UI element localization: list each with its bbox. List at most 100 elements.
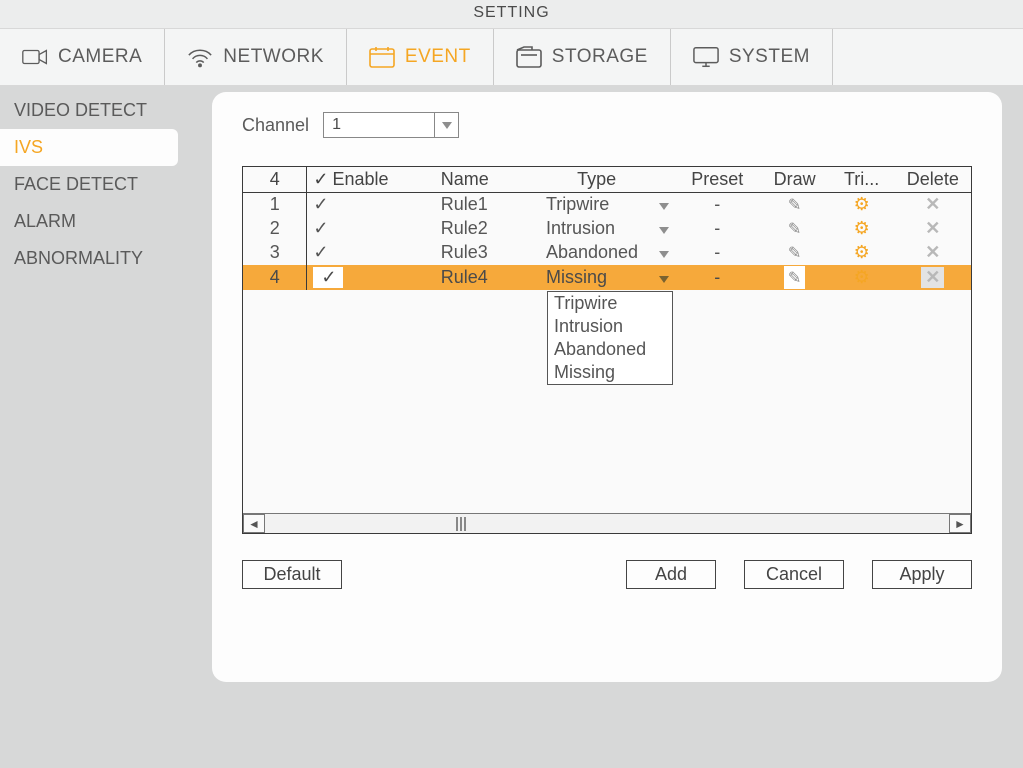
row-draw[interactable]: ✎: [761, 193, 829, 217]
window-title: SETTING: [0, 0, 1023, 28]
col-preset[interactable]: Preset: [674, 167, 761, 193]
settings-panel: Channel 1 4 ✓ Enable Name: [212, 92, 1002, 682]
row-preset: -: [674, 217, 761, 241]
table-row[interactable]: 1 ✓ Rule1 Tripwire - ✎ ⚙ ✕: [243, 193, 971, 217]
row-draw[interactable]: ✎: [761, 217, 829, 241]
pencil-icon: ✎: [788, 270, 801, 287]
pencil-icon: ✎: [788, 221, 801, 238]
table-row[interactable]: 2 ✓ Rule2 Intrusion - ✎ ⚙ ✕: [243, 217, 971, 241]
col-type[interactable]: Type: [540, 167, 653, 193]
channel-value: 1: [324, 116, 434, 134]
table-row[interactable]: 4 ✓ Rule4 Missing - ✎ ⚙ ✕: [243, 265, 971, 290]
row-enable[interactable]: ✓: [307, 193, 435, 217]
row-delete[interactable]: ✕: [895, 217, 971, 241]
col-name[interactable]: Name: [435, 167, 540, 193]
sidebar-item-video-detect[interactable]: VIDEO DETECT: [0, 92, 188, 129]
row-name: Rule2: [435, 217, 540, 241]
col-type-dd: [653, 167, 674, 193]
row-enable[interactable]: ✓: [307, 217, 435, 241]
row-index: 1: [243, 193, 307, 217]
channel-select[interactable]: 1: [323, 112, 459, 138]
tab-system-label: SYSTEM: [729, 46, 810, 68]
add-button[interactable]: Add: [626, 560, 716, 589]
check-icon: ✓: [313, 218, 327, 239]
pencil-icon: ✎: [788, 245, 801, 262]
col-count: 4: [243, 167, 307, 193]
row-name: Rule4: [435, 265, 540, 290]
monitor-icon: [693, 46, 719, 68]
scroll-left-button[interactable]: ◄: [243, 514, 265, 533]
sidebar-item-face-detect[interactable]: FACE DETECT: [0, 166, 188, 203]
check-icon: ✓: [321, 267, 335, 288]
chevron-down-icon: [659, 251, 669, 258]
row-trigger[interactable]: ⚙: [829, 241, 895, 265]
sidebar-item-alarm[interactable]: ALARM: [0, 203, 188, 240]
row-name: Rule1: [435, 193, 540, 217]
default-button[interactable]: Default: [242, 560, 342, 589]
close-icon: ✕: [925, 267, 940, 287]
row-type: Intrusion: [540, 217, 653, 241]
scroll-track[interactable]: [265, 514, 949, 533]
close-icon: ✕: [925, 218, 940, 238]
row-delete[interactable]: ✕: [895, 193, 971, 217]
sidebar-item-ivs[interactable]: IVS: [0, 129, 178, 166]
type-dropdown-menu[interactable]: Tripwire Intrusion Abandoned Missing: [547, 291, 673, 385]
row-type-dropdown[interactable]: [653, 193, 674, 217]
col-draw[interactable]: Draw: [761, 167, 829, 193]
rules-table-container: 4 ✓ Enable Name Type Preset Draw Tri... …: [242, 166, 972, 534]
sidebar-item-abnormality[interactable]: ABNORMALITY: [0, 240, 188, 277]
chevron-down-icon: [434, 113, 458, 137]
table-row[interactable]: 3 ✓ Rule3 Abandoned - ✎ ⚙ ✕: [243, 241, 971, 265]
row-type-dropdown[interactable]: [653, 265, 674, 290]
type-option-intrusion[interactable]: Intrusion: [548, 315, 672, 338]
row-delete[interactable]: ✕: [895, 241, 971, 265]
apply-button[interactable]: Apply: [872, 560, 972, 589]
scroll-grip-icon: [455, 516, 471, 530]
row-type: Tripwire: [540, 193, 653, 217]
row-delete[interactable]: ✕: [895, 265, 971, 290]
chevron-down-icon: [659, 203, 669, 210]
row-draw[interactable]: ✎: [761, 241, 829, 265]
tab-network[interactable]: NETWORK: [165, 29, 347, 85]
cancel-button[interactable]: Cancel: [744, 560, 844, 589]
tab-camera[interactable]: CAMERA: [0, 29, 165, 85]
row-index: 4: [243, 265, 307, 290]
row-type-dropdown[interactable]: [653, 241, 674, 265]
chevron-down-icon: [659, 276, 669, 283]
gear-icon: ⚙: [854, 242, 870, 262]
row-draw[interactable]: ✎: [761, 265, 829, 290]
horizontal-scrollbar[interactable]: ◄ ►: [243, 513, 971, 533]
row-type-dropdown[interactable]: [653, 217, 674, 241]
row-preset: -: [674, 193, 761, 217]
col-enable[interactable]: ✓ Enable: [307, 167, 435, 193]
tab-storage-label: STORAGE: [552, 46, 648, 68]
gear-icon: ⚙: [854, 218, 870, 238]
tab-camera-label: CAMERA: [58, 46, 142, 68]
col-delete[interactable]: Delete: [895, 167, 971, 193]
type-option-abandoned[interactable]: Abandoned: [548, 338, 672, 361]
tab-storage[interactable]: STORAGE: [494, 29, 671, 85]
tab-system[interactable]: SYSTEM: [671, 29, 833, 85]
row-enable[interactable]: ✓: [307, 241, 435, 265]
tab-network-label: NETWORK: [223, 46, 324, 68]
row-trigger[interactable]: ⚙: [829, 265, 895, 290]
row-type: Abandoned: [540, 241, 653, 265]
row-trigger[interactable]: ⚙: [829, 217, 895, 241]
type-option-tripwire[interactable]: Tripwire: [548, 292, 672, 315]
row-index: 2: [243, 217, 307, 241]
close-icon: ✕: [925, 242, 940, 262]
close-icon: ✕: [925, 194, 940, 214]
col-trigger[interactable]: Tri...: [829, 167, 895, 193]
scroll-right-button[interactable]: ►: [949, 514, 971, 533]
row-trigger[interactable]: ⚙: [829, 193, 895, 217]
tab-event[interactable]: EVENT: [347, 29, 494, 85]
tab-event-label: EVENT: [405, 46, 471, 68]
channel-label: Channel: [242, 115, 309, 136]
row-preset: -: [674, 265, 761, 290]
type-option-missing[interactable]: Missing: [548, 361, 672, 384]
pencil-icon: ✎: [788, 197, 801, 214]
row-enable[interactable]: ✓: [307, 265, 435, 290]
row-type: Missing: [540, 265, 653, 290]
check-icon: ✓: [313, 194, 327, 215]
rules-table: 4 ✓ Enable Name Type Preset Draw Tri... …: [243, 167, 971, 290]
